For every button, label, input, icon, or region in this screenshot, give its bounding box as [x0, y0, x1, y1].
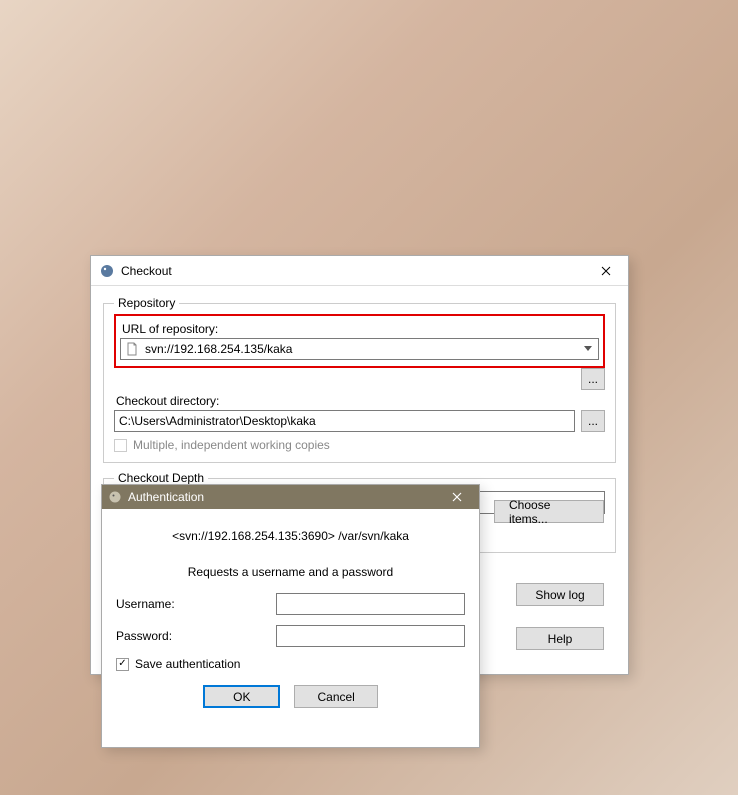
username-input[interactable] [276, 593, 465, 615]
auth-dialog: Authentication <svn://192.168.254.135:36… [101, 484, 480, 748]
url-combo[interactable]: svn://192.168.254.135/kaka [120, 338, 599, 360]
app-icon [99, 263, 115, 279]
dir-input[interactable] [114, 410, 575, 432]
url-highlight: URL of repository: svn://192.168.254.135… [114, 314, 605, 368]
password-input[interactable] [276, 625, 465, 647]
app-icon [108, 490, 122, 504]
checkout-title: Checkout [121, 264, 586, 278]
password-row: Password: [116, 625, 465, 647]
repository-group: Repository URL of repository: svn://192.… [103, 296, 616, 463]
url-label: URL of repository: [122, 322, 599, 336]
auth-ok-button[interactable]: OK [203, 685, 280, 708]
username-label: Username: [116, 597, 266, 611]
show-log-button[interactable]: Show log [516, 583, 604, 606]
depth-legend: Checkout Depth [114, 471, 208, 485]
dir-label: Checkout directory: [116, 394, 605, 408]
password-label: Password: [116, 629, 266, 643]
url-browse-button[interactable]: ... [581, 368, 605, 390]
url-value: svn://192.168.254.135/kaka [143, 342, 580, 356]
multi-checkbox-label: Multiple, independent working copies [133, 438, 330, 452]
auth-title: Authentication [128, 490, 439, 504]
auth-prompt: Requests a username and a password [116, 565, 465, 579]
close-button[interactable] [586, 257, 626, 285]
auth-button-row: OK Cancel [116, 685, 465, 708]
checkout-titlebar: Checkout [91, 256, 628, 286]
username-row: Username: [116, 593, 465, 615]
save-auth-checkbox[interactable] [116, 658, 129, 671]
auth-cancel-button[interactable]: Cancel [294, 685, 377, 708]
save-auth-label: Save authentication [135, 657, 240, 671]
repository-legend: Repository [114, 296, 179, 310]
document-icon [125, 342, 139, 356]
multi-checkbox-row: Multiple, independent working copies [114, 438, 605, 452]
choose-items-button[interactable]: Choose items... [494, 500, 604, 523]
auth-close-button[interactable] [439, 486, 475, 508]
chevron-down-icon[interactable] [580, 346, 596, 352]
auth-body: <svn://192.168.254.135:3690> /var/svn/ka… [102, 509, 479, 720]
auth-titlebar: Authentication [102, 485, 479, 509]
multi-checkbox [114, 439, 127, 452]
dir-browse-button[interactable]: ... [581, 410, 605, 432]
save-auth-row[interactable]: Save authentication [116, 657, 465, 671]
auth-url-line: <svn://192.168.254.135:3690> /var/svn/ka… [116, 529, 465, 543]
help-button[interactable]: Help [516, 627, 604, 650]
